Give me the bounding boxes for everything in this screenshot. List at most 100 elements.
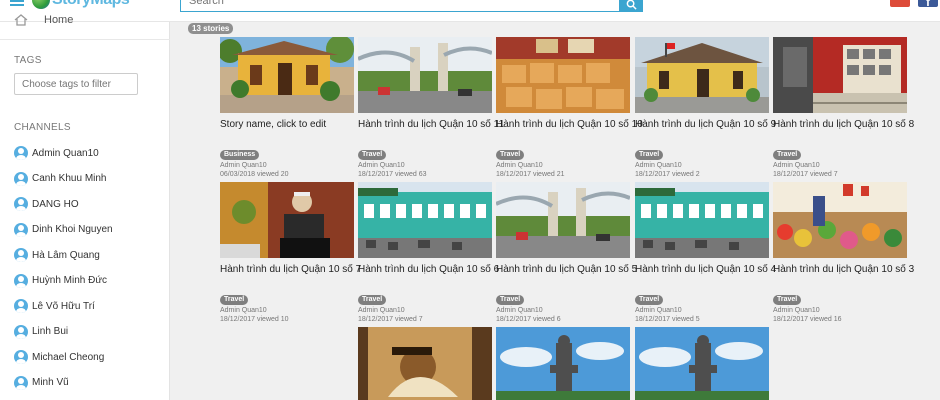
- channel-name: Canh Khuu Minh: [32, 173, 107, 184]
- story-author: Admin Quan10: [635, 162, 682, 169]
- sidebar-channel-item[interactable]: Hà Lâm Quang: [14, 247, 100, 263]
- category-badge: Travel: [773, 150, 802, 160]
- story-views: viewed 63: [395, 171, 427, 178]
- sidebar-channel-item[interactable]: Linh Bui: [14, 324, 68, 340]
- user-icon: [14, 222, 28, 237]
- story-date: 18/12/2017: [773, 171, 809, 178]
- story-date: 18/12/2017: [220, 316, 256, 323]
- sidebar-channel-item[interactable]: Huỳnh Minh Đức: [14, 273, 107, 289]
- story-views: viewed 6: [533, 316, 561, 323]
- story-thumbnail[interactable]: [220, 37, 354, 113]
- story-views: viewed 10: [257, 316, 289, 323]
- user-icon: [14, 299, 28, 313]
- story-date: 06/03/2018: [220, 171, 256, 178]
- category-badge: Travel: [496, 150, 525, 160]
- user-icon: [14, 171, 28, 186]
- sidebar-channel-item[interactable]: Lê Võ Hữu Trí: [14, 298, 95, 314]
- story-views: viewed 7: [395, 316, 423, 323]
- sidebar-channel-item[interactable]: Canh Khuu Minh: [14, 171, 107, 187]
- story-date: 18/12/2017: [635, 171, 671, 178]
- story-author: Admin Quan10: [220, 307, 267, 314]
- logo-text: StoryMaps: [52, 0, 130, 9]
- story-thumbnail[interactable]: [635, 37, 769, 113]
- story-date: 18/12/2017: [773, 316, 809, 323]
- user-icon: [14, 146, 28, 160]
- user-icon: [14, 324, 28, 339]
- story-views: viewed 21: [533, 171, 565, 178]
- user-icon: [14, 273, 28, 288]
- google-plus-icon[interactable]: [890, 0, 910, 7]
- story-author: Admin Quan10: [358, 162, 405, 169]
- story-title[interactable]: Hành trình du lịch Quận 10 số 9: [635, 119, 776, 130]
- story-title[interactable]: Hành trình du lịch Quận 10 số 4: [635, 264, 776, 275]
- logo[interactable]: StoryMaps: [32, 0, 130, 9]
- story-thumbnail[interactable]: [773, 37, 907, 113]
- sidebar-item-home[interactable]: Home: [44, 14, 73, 26]
- sidebar-channel-item[interactable]: Minh Vũ: [14, 375, 69, 391]
- story-thumbnail[interactable]: [496, 182, 630, 258]
- story-title[interactable]: Story name, click to edit: [220, 119, 360, 130]
- story-thumbnail[interactable]: [635, 182, 769, 258]
- story-views: viewed 5: [672, 316, 700, 323]
- search-button[interactable]: [619, 0, 643, 12]
- story-author: Admin Quan10: [496, 162, 543, 169]
- sidebar-channel-item[interactable]: Michael Cheong: [14, 349, 104, 365]
- sidebar: Home TAGS CHANNELS Admin Quan10 Canh Khuu…: [0, 14, 170, 400]
- story-thumbnail[interactable]: [358, 182, 492, 258]
- sidebar-divider: [0, 39, 170, 40]
- story-title[interactable]: Hành trình du lịch Quận 10 số 7: [220, 264, 361, 275]
- story-date: 18/12/2017: [358, 316, 394, 323]
- story-meta: Admin Quan10 18/12/2017 viewed 5: [635, 306, 700, 324]
- tags-filter-input[interactable]: [14, 73, 138, 95]
- story-meta: Admin Quan10 06/03/2018 viewed 20: [220, 161, 289, 179]
- story-title[interactable]: Hành trình du lịch Quận 10 số 6: [358, 264, 499, 275]
- story-title[interactable]: Hành trình du lịch Quận 10 số 10: [496, 119, 643, 130]
- story-thumbnail[interactable]: [773, 182, 907, 258]
- globe-icon: [32, 0, 50, 9]
- story-thumbnail[interactable]: [496, 37, 630, 113]
- story-author: Admin Quan10: [773, 162, 820, 169]
- category-badge: Travel: [358, 295, 387, 305]
- channels-heading: CHANNELS: [14, 122, 71, 133]
- channel-name: Minh Vũ: [32, 377, 69, 388]
- category-badge: Travel: [220, 295, 249, 305]
- story-title[interactable]: Hành trình du lịch Quận 10 số 8: [773, 119, 914, 130]
- search-input[interactable]: [180, 0, 620, 12]
- user-icon: [14, 375, 28, 390]
- sidebar-channel-item[interactable]: DANG HO: [14, 196, 79, 212]
- user-icon: [14, 197, 28, 211]
- story-title[interactable]: Hành trình du lịch Quận 10 số 5: [496, 264, 637, 275]
- story-meta: Admin Quan10 18/12/2017 viewed 10: [220, 306, 289, 324]
- search-icon: [626, 0, 637, 10]
- category-badge: Travel: [496, 295, 525, 305]
- story-title[interactable]: Hành trình du lịch Quận 10 số 11: [358, 119, 504, 130]
- story-meta: Admin Quan10 18/12/2017 viewed 7: [773, 161, 838, 179]
- sidebar-channel-item[interactable]: Dinh Khoi Nguyen: [14, 222, 113, 238]
- channel-name: Huỳnh Minh Đức: [32, 275, 108, 286]
- menu-icon[interactable]: [10, 0, 24, 10]
- category-badge: Business: [220, 150, 260, 160]
- category-badge: Travel: [773, 295, 802, 305]
- channel-name: Hà Lâm Quang: [32, 249, 100, 261]
- story-date: 18/12/2017: [496, 171, 532, 178]
- story-thumbnail[interactable]: [220, 182, 354, 258]
- tags-heading: TAGS: [14, 55, 42, 66]
- story-thumbnail[interactable]: [496, 327, 630, 400]
- story-views: viewed 7: [810, 171, 838, 178]
- user-icon: [14, 350, 28, 364]
- facebook-icon[interactable]: f: [918, 0, 938, 9]
- category-badge: Travel: [635, 150, 664, 160]
- story-title[interactable]: Hành trình du lịch Quận 10 số 3: [773, 264, 914, 275]
- story-thumbnail[interactable]: [635, 327, 769, 400]
- story-thumbnail[interactable]: [358, 37, 492, 113]
- story-author: Admin Quan10: [773, 307, 820, 314]
- sidebar-channel-item[interactable]: Admin Quan10: [14, 145, 99, 161]
- story-count-badge: 13 stories: [188, 23, 234, 34]
- story-author: Admin Quan10: [220, 162, 267, 169]
- channel-name: DANG HO: [32, 198, 79, 210]
- story-thumbnail[interactable]: [358, 327, 492, 400]
- story-author: Admin Quan10: [496, 307, 543, 314]
- category-badge: Travel: [635, 295, 664, 305]
- story-meta: Admin Quan10 18/12/2017 viewed 6: [496, 306, 561, 324]
- channel-name: Lê Võ Hữu Trí: [32, 300, 95, 312]
